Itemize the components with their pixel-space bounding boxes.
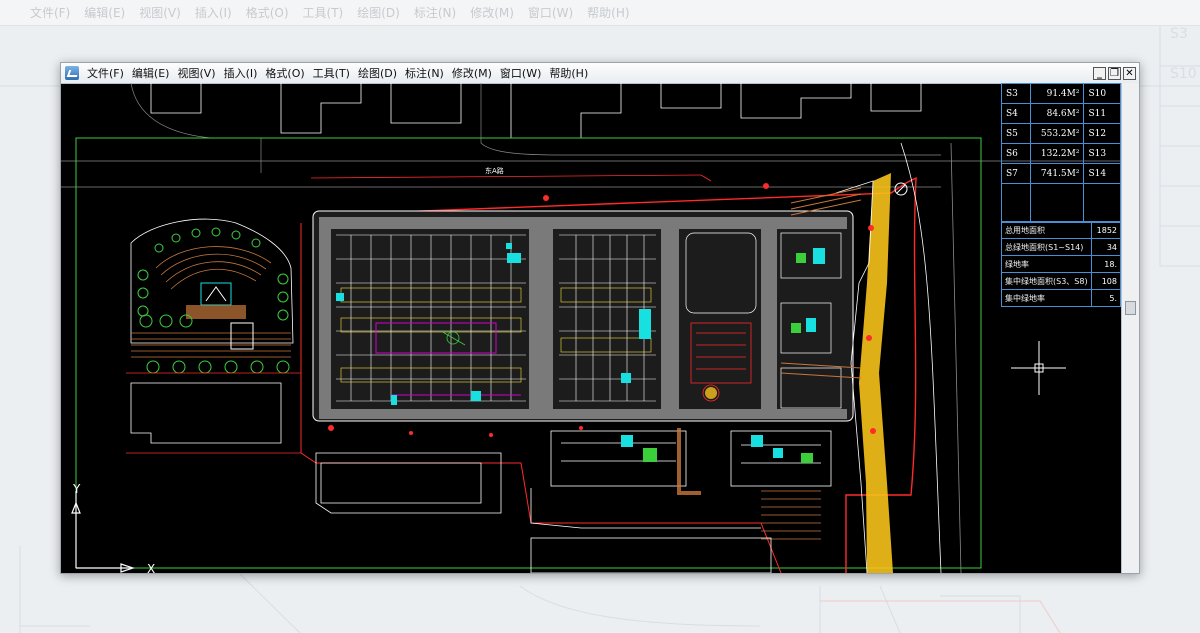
background-menu-item: 帮助(H) [587,6,630,20]
area-next-id: S14 [1083,163,1121,184]
road-label: 东A路 [485,166,504,175]
svg-text:S3: S3 [1170,26,1188,42]
menu-file[interactable]: 文件(F) [83,65,128,81]
background-menu-item: 标注(N) [413,6,457,20]
main-building [312,210,854,422]
ucs-icon [71,491,135,573]
background-menubar: 文件(F) 编辑(E) 视图(V) 插入(I) 格式(O) 工具(T) 绘图(D… [0,0,1200,26]
background-menu-item: 文件(F) [30,6,71,20]
background-menu-item: 视图(V) [139,6,181,20]
area-value: 84.6M² [1029,103,1085,124]
background-menu-item: 格式(O) [245,6,289,20]
area-next-id: S12 [1083,123,1121,144]
menu-insert[interactable]: 插入(I) [220,65,262,81]
table-row: 集中绿地面积(S3、S8) 108 [1001,272,1121,290]
summary-value: 108 [1090,272,1121,290]
site-plan-drawing: 东A路 Y X [61,83,1121,573]
area-id: S7 [1001,163,1031,184]
drawing-canvas[interactable]: 东A路 Y X S3 91.4M² S10 S4 84.6M² S11 S5 5… [61,83,1121,573]
table-row: S5 553.2M² S12 [1001,123,1121,144]
table-row: 集中绿地率 5. [1001,289,1121,307]
table-row: 绿地率 18. [1001,255,1121,273]
restore-button[interactable]: ❐ [1108,66,1121,80]
area-value: 91.4M² [1029,83,1085,104]
menu-format[interactable]: 格式(O) [261,65,308,81]
background-menu-item: 窗口(W) [527,6,574,20]
window-controls: _ ❐ ✕ [1093,66,1136,80]
area-next-id: S10 [1083,83,1121,104]
minimize-button[interactable]: _ [1093,66,1106,80]
north-buildings [150,83,922,139]
background-menu-item: 修改(M) [470,6,514,20]
app-icon[interactable] [65,66,79,80]
vertical-scrollbar[interactable] [1121,83,1139,573]
menu-window[interactable]: 窗口(W) [496,65,545,81]
menu-draw[interactable]: 绘图(D) [354,65,401,81]
area-id: S5 [1001,123,1031,144]
area-id: S4 [1001,103,1031,124]
summary-value: 5. [1090,289,1121,307]
area-next-id: S11 [1083,103,1121,124]
summary-label: 总绿地面积(S1~S14) [1001,238,1092,256]
area-next-id: S13 [1083,143,1121,164]
waterfront-zone [859,173,893,573]
summary-value: 1852 [1090,221,1121,239]
close-button[interactable]: ✕ [1123,66,1136,80]
area-value: 132.2M² [1029,143,1085,164]
table-row: 总用地面积 1852 [1001,221,1121,239]
summary-label: 集中绿地率 [1001,289,1092,307]
table-row: S7 741.5M² S14 [1001,163,1121,184]
plaza-amphitheater [130,218,294,374]
summary-value: 34 [1090,238,1121,256]
table-row: S4 84.6M² S11 [1001,103,1121,124]
table-row: 总绿地面积(S1~S14) 34 [1001,238,1121,256]
summary-table: 总用地面积 1852 总绿地面积(S1~S14) 34 绿地率 18. 集中绿地… [1001,221,1121,307]
menu-bar: 文件(F) 编辑(E) 视图(V) 插入(I) 格式(O) 工具(T) 绘图(D… [61,63,1139,84]
area-value: 553.2M² [1029,123,1085,144]
crosshair-cursor [1011,341,1066,395]
area-id: S3 [1001,83,1031,104]
menu-tools[interactable]: 工具(T) [309,65,354,81]
summary-label: 绿地率 [1001,255,1092,273]
menu-view[interactable]: 视图(V) [173,65,219,81]
background-menu-item: 绘图(D) [357,6,400,20]
summary-value: 18. [1090,255,1121,273]
summary-label: 总用地面积 [1001,221,1092,239]
ucs-y-label: Y [72,482,81,496]
table-row: S3 91.4M² S10 [1001,83,1121,104]
ucs-x-label: X [147,562,155,573]
area-id: S6 [1001,143,1031,164]
svg-text:S10: S10 [1170,66,1197,82]
summary-label: 集中绿地面积(S3、S8) [1001,272,1092,290]
menu-modify[interactable]: 修改(M) [448,65,496,81]
cad-window: 文件(F) 编辑(E) 视图(V) 插入(I) 格式(O) 工具(T) 绘图(D… [60,62,1140,574]
area-value: 741.5M² [1029,163,1085,184]
background-menu-item: 工具(T) [302,6,344,20]
table-row [1001,183,1121,223]
menu-help[interactable]: 帮助(H) [545,65,592,81]
north-streets [61,83,1121,188]
menu-dimension[interactable]: 标注(N) [401,65,448,81]
background-menu-item: 编辑(E) [84,6,126,20]
menu-edit[interactable]: 编辑(E) [128,65,174,81]
table-row: S6 132.2M² S13 [1001,143,1121,164]
background-menu-item: 插入(I) [194,6,232,20]
scrollbar-thumb[interactable] [1125,301,1136,315]
